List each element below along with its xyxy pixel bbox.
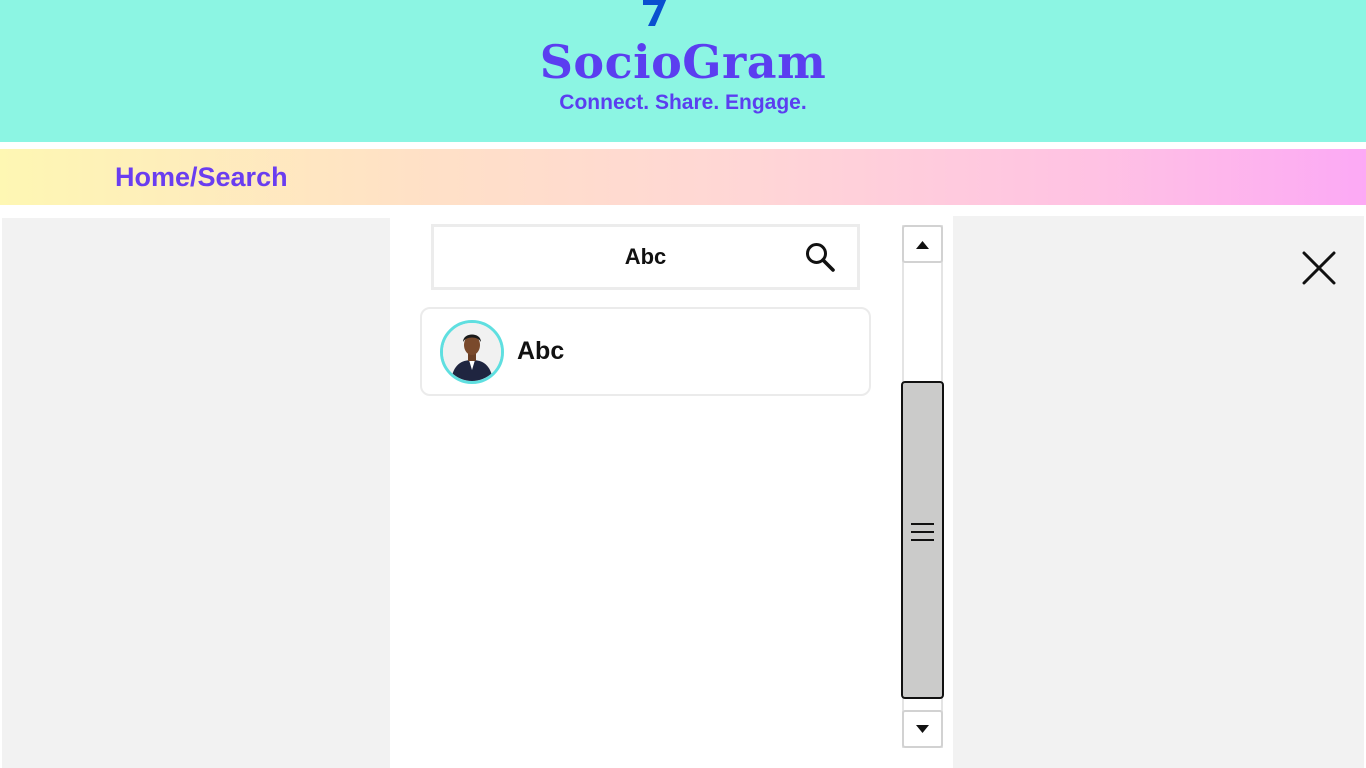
avatar[interactable]: [440, 320, 504, 384]
close-icon[interactable]: [1299, 248, 1339, 288]
result-name: Abc: [517, 337, 565, 365]
logo-icon: [643, 0, 667, 26]
scroll-up-button[interactable]: [902, 225, 943, 263]
right-panel: [953, 216, 1364, 768]
arrow-up-icon: [916, 241, 929, 249]
scroll-down-button[interactable]: [902, 710, 943, 748]
avatar-photo: [443, 323, 501, 381]
left-panel: [2, 218, 390, 768]
search-input[interactable]: [434, 227, 857, 287]
scrollbar-thumb[interactable]: [901, 381, 944, 699]
app-header: SocioGram Connect. Share. Engage.: [0, 0, 1366, 142]
search-bar: [431, 224, 860, 290]
search-icon[interactable]: [804, 241, 836, 273]
arrow-down-icon: [916, 725, 929, 733]
breadcrumb[interactable]: Home/Search: [115, 161, 288, 193]
app-name: SocioGram: [539, 35, 827, 89]
app-tagline: Connect. Share. Engage.: [559, 91, 807, 114]
search-result-item[interactable]: Abc: [420, 307, 871, 396]
breadcrumb-bar: Home/Search: [0, 149, 1366, 205]
grip-lines-icon: [911, 523, 934, 541]
